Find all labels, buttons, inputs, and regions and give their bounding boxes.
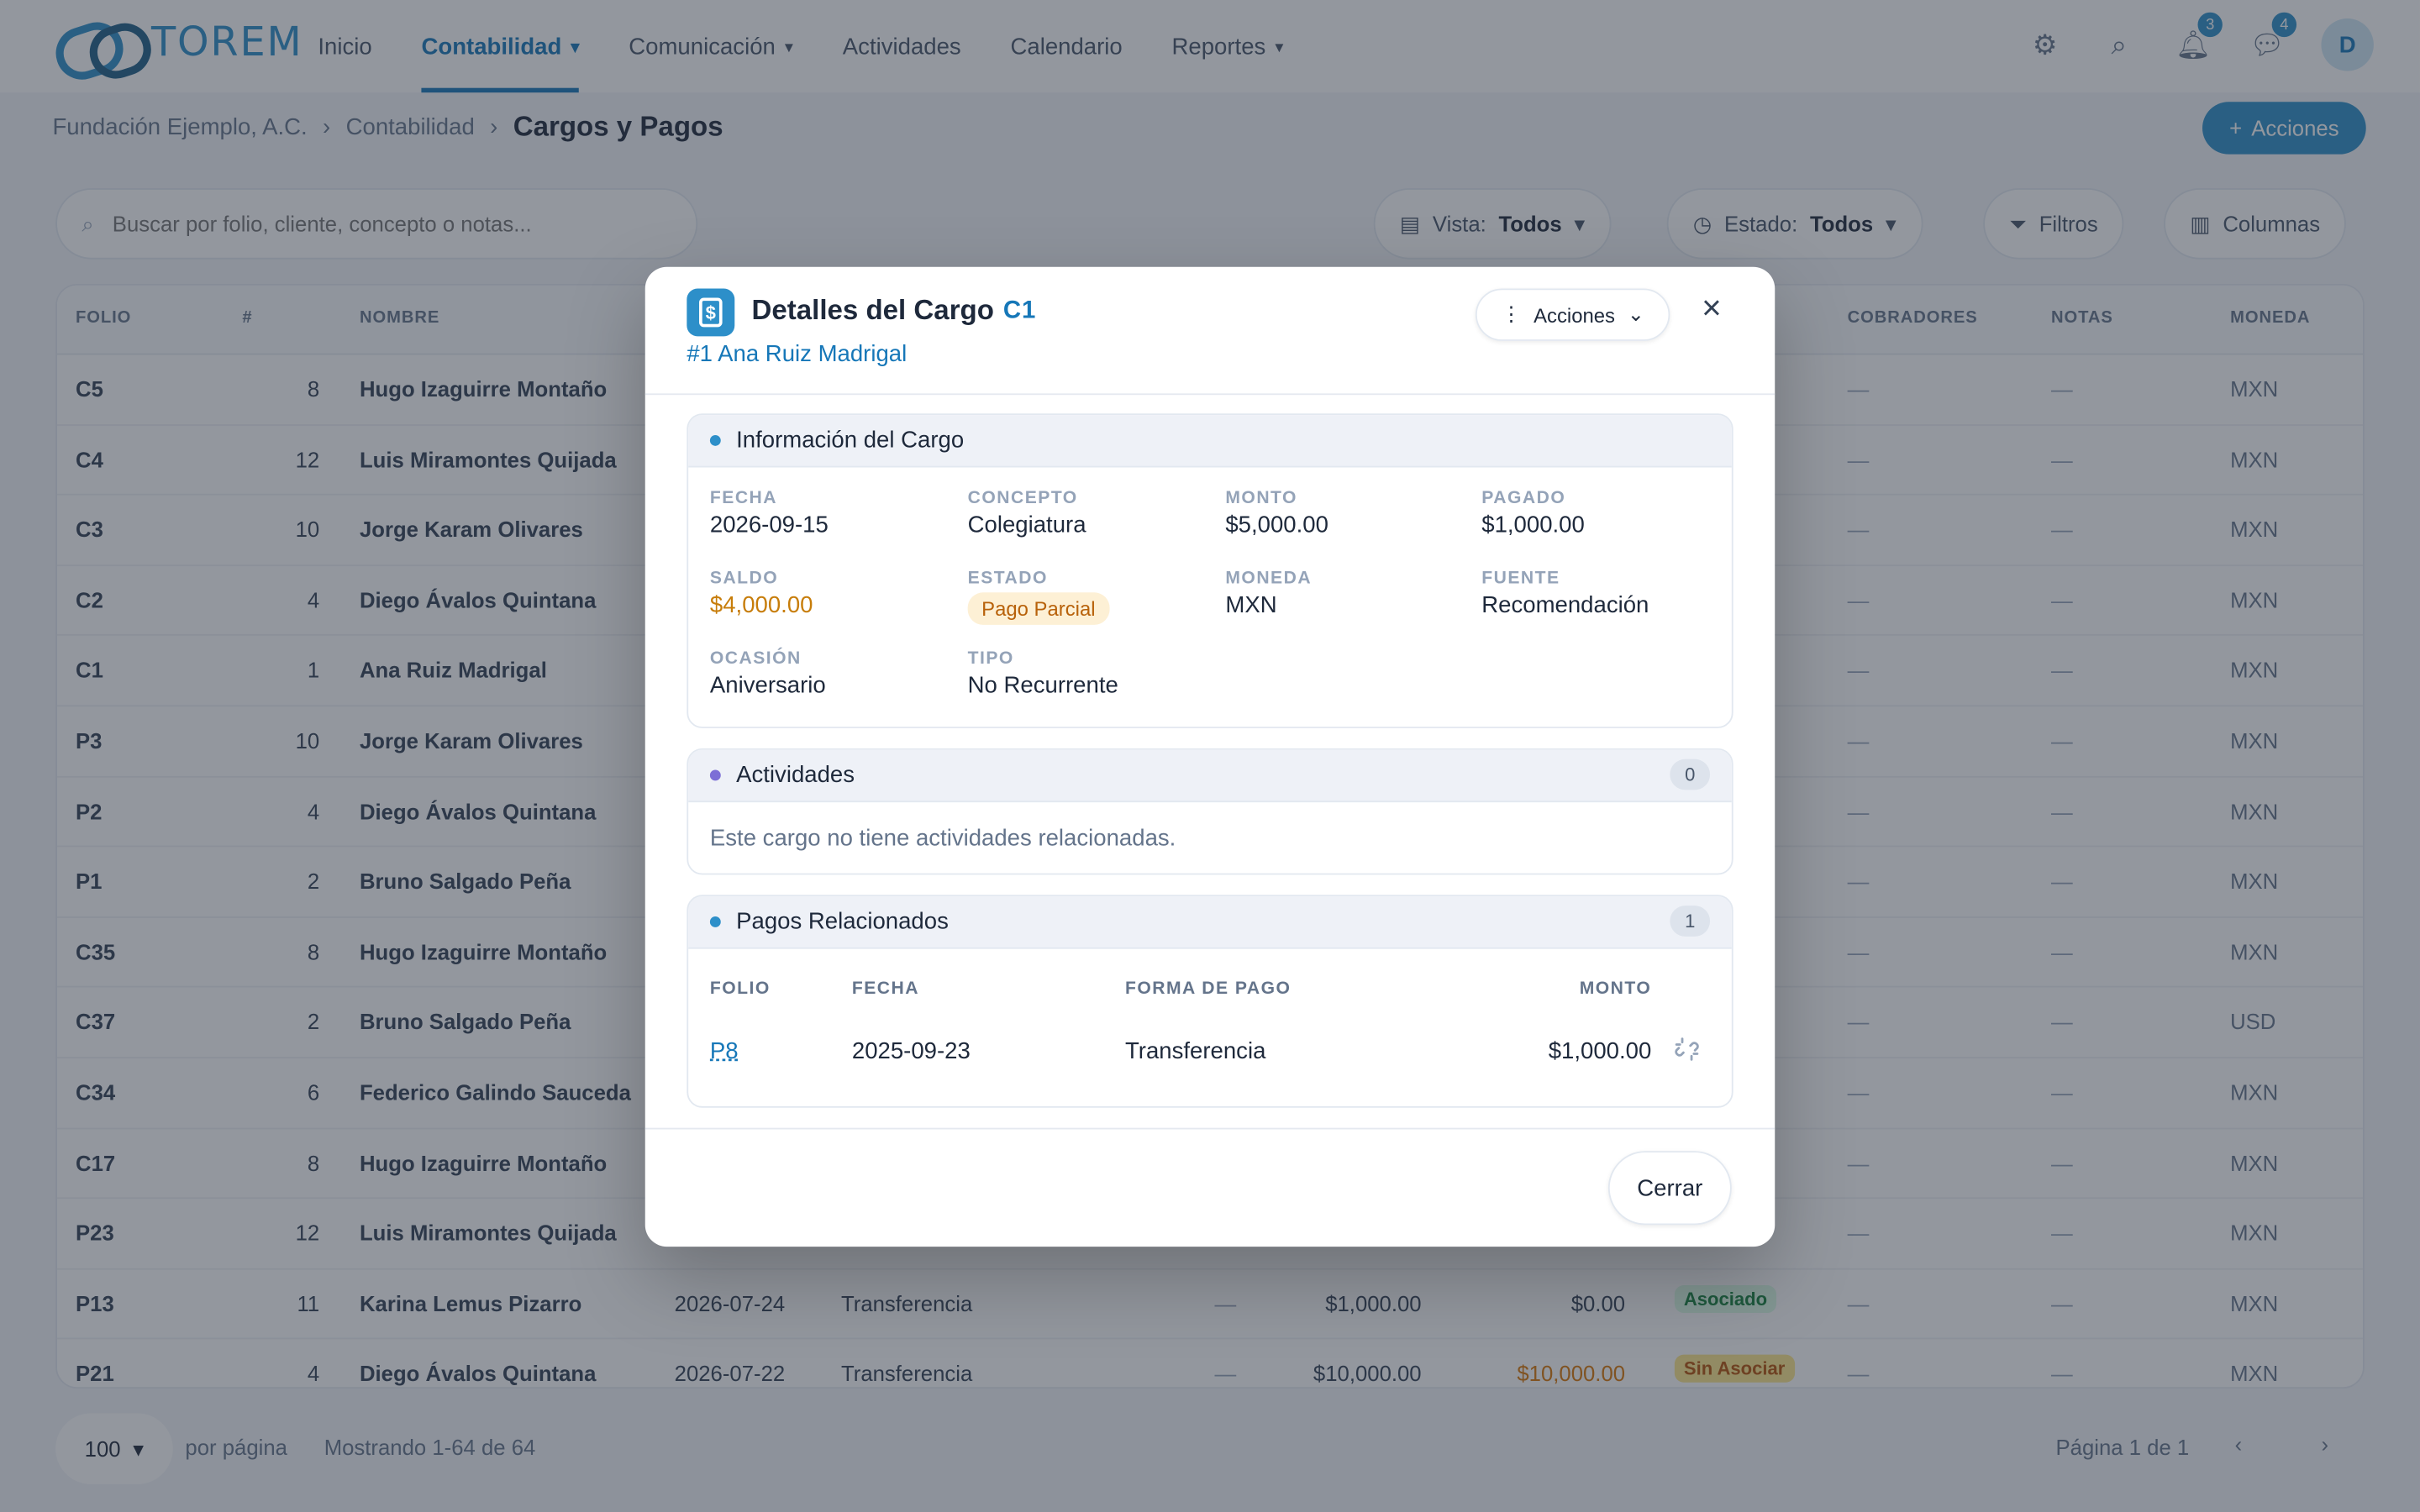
- section-dot-icon: [709, 769, 721, 781]
- payments-count-badge: 1: [1670, 906, 1711, 937]
- charge-client[interactable]: #1 Ana Ruiz Madrigal: [687, 341, 907, 367]
- field-monto: MONTO $5,000.00: [1225, 489, 1328, 538]
- modal-actions-label: Acciones: [1534, 302, 1615, 327]
- field-tipo: TIPO No Recurrente: [968, 649, 1118, 699]
- modal-header: $ Detalles del Cargo C1 #1 Ana Ruiz Madr…: [644, 267, 1776, 396]
- related-payments-section: Pagos Relacionados 1 FOLIO FECHA FORMA D…: [687, 895, 1733, 1108]
- field-pagado: PAGADO $1,000.00: [1481, 489, 1585, 538]
- field-estado: ESTADO Pago Parcial: [967, 569, 1110, 625]
- field-fecha: FECHA 2026-09-15: [710, 489, 829, 538]
- column-header-folio: FOLIO: [709, 979, 771, 999]
- more-vertical-icon: ⋮: [1501, 302, 1522, 326]
- field-label: FECHA: [709, 489, 778, 508]
- status-badge: Pago Parcial: [967, 592, 1110, 625]
- modal-actions-button[interactable]: ⋮ Acciones ⌄: [1475, 288, 1670, 341]
- field-label: MONEDA: [1225, 569, 1313, 588]
- section-dot-icon: [709, 434, 721, 446]
- modal-title: Detalles del Cargo: [751, 294, 994, 326]
- field-value: MXN: [1225, 592, 1277, 619]
- activities-empty-message: Este cargo no tiene actividades relacion…: [709, 825, 1176, 852]
- charge-info-section: Información del Cargo FECHA 2026-09-15 CO…: [687, 413, 1733, 728]
- dollar-document-icon: $: [687, 288, 735, 337]
- close-button[interactable]: Cerrar: [1607, 1151, 1732, 1226]
- field-value: Recomendación: [1481, 592, 1649, 619]
- field-value: $4,000.00: [709, 592, 813, 619]
- field-label: PAGADO: [1481, 489, 1566, 508]
- activities-count-badge: 0: [1670, 759, 1711, 790]
- activities-section: Actividades 0 Este cargo no tiene activi…: [687, 748, 1733, 875]
- field-fuente: FUENTE Recomendación: [1481, 570, 1649, 619]
- field-label: CONCEPTO: [967, 489, 1078, 508]
- charge-details-modal: $ Detalles del Cargo C1 #1 Ana Ruiz Madr…: [644, 266, 1776, 1247]
- field-saldo: SALDO $4,000.00: [710, 570, 813, 619]
- field-value: $5,000.00: [1225, 512, 1328, 539]
- field-value: $1,000.00: [1481, 512, 1585, 539]
- app-root: TOREM Inicio Contabilidad▾ Comunicación▾…: [0, 0, 2420, 1512]
- section-title: Pagos Relacionados: [736, 908, 949, 936]
- section-title: Actividades: [736, 762, 855, 789]
- modal-footer: Cerrar: [644, 1127, 1776, 1247]
- column-header-monto: MONTO: [1579, 979, 1652, 999]
- payment-method: Transferencia: [1124, 1038, 1266, 1065]
- field-concepto: CONCEPTO Colegiatura: [968, 489, 1086, 538]
- unlink-icon[interactable]: [1673, 1035, 1701, 1063]
- payment-date: 2025-09-23: [851, 1038, 971, 1065]
- payment-folio-link[interactable]: P8: [710, 1038, 739, 1064]
- payments-table: FOLIO FECHA FORMA DE PAGO MONTO P8 2025-…: [688, 949, 1732, 1106]
- close-icon[interactable]: ×: [1695, 288, 1728, 327]
- section-title: Información del Cargo: [736, 427, 965, 454]
- field-value: Colegiatura: [967, 512, 1086, 539]
- field-label: TIPO: [967, 649, 1014, 669]
- field-label: FUENTE: [1481, 569, 1560, 588]
- chevron-down-icon: ⌄: [1627, 302, 1644, 326]
- charge-folio: C1: [1002, 297, 1037, 324]
- section-dot-icon: [709, 916, 721, 927]
- field-label: ESTADO: [967, 569, 1048, 588]
- column-header-forma: FORMA DE PAGO: [1124, 979, 1292, 999]
- field-moneda: MONEDA MXN: [1225, 570, 1312, 619]
- field-label: MONTO: [1225, 489, 1297, 508]
- field-label: OCASIÓN: [709, 649, 802, 669]
- charge-info-grid: FECHA 2026-09-15 CONCEPTO Colegiatura MONT…: [688, 468, 1732, 727]
- column-header-fecha: FECHA: [851, 979, 920, 999]
- field-label: SALDO: [709, 569, 779, 588]
- section-header: Pagos Relacionados 1: [688, 896, 1732, 949]
- section-header: Actividades 0: [688, 749, 1732, 803]
- section-header: Información del Cargo: [688, 415, 1732, 468]
- field-value: 2026-09-15: [709, 512, 829, 539]
- field-ocasion: OCASIÓN Aniversario: [710, 649, 826, 699]
- payment-amount: $1,000.00: [1548, 1038, 1652, 1065]
- field-value: Aniversario: [709, 672, 826, 700]
- field-value: No Recurrente: [967, 672, 1118, 700]
